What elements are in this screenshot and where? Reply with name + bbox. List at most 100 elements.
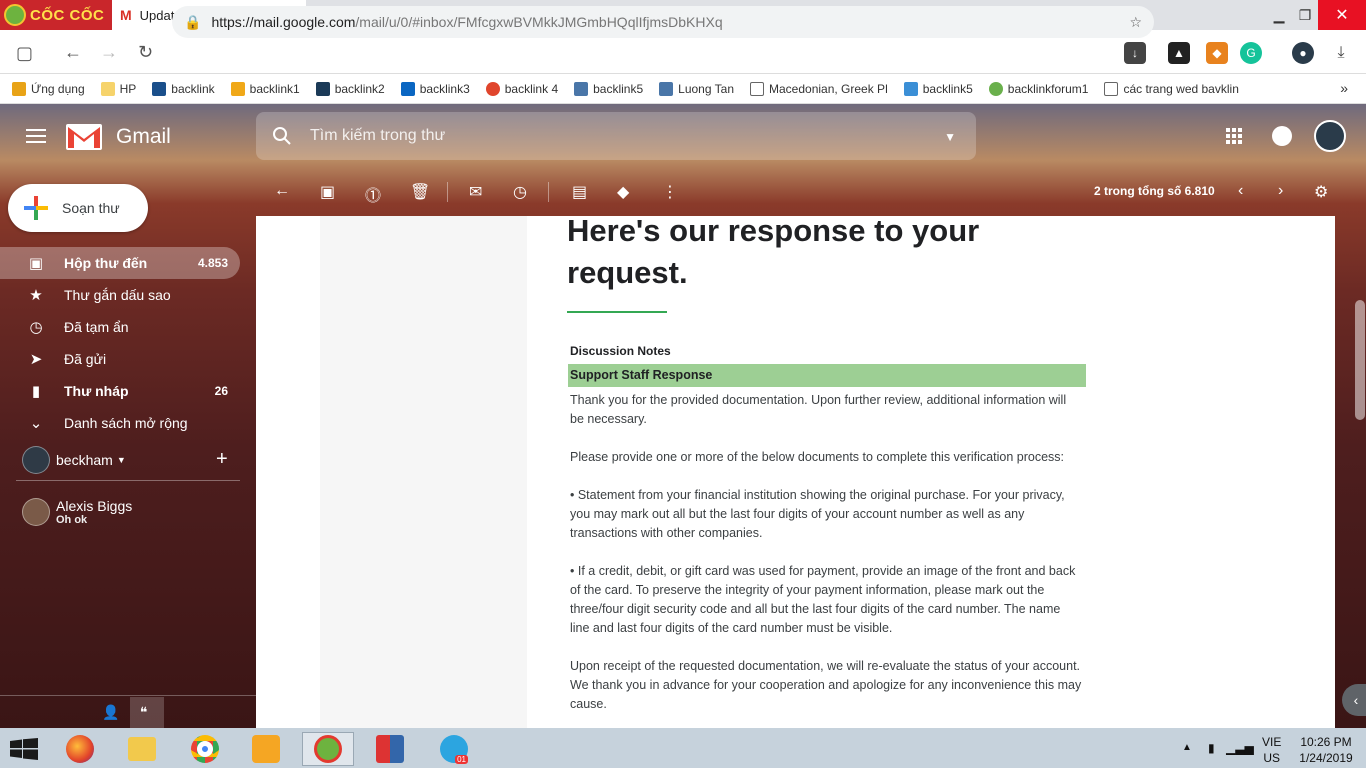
nav-item-starred[interactable]: ★ Thư gắn dấu sao [0,279,240,311]
bookmark-item[interactable]: Ứng dụng [12,81,85,96]
signal-icon[interactable]: ▁▃▅ [1226,740,1254,756]
compose-button[interactable]: Soạn thư [8,184,148,232]
reload-icon[interactable]: ↻ [138,42,153,63]
input-language-indicator[interactable]: VIE US [1262,734,1281,766]
v-favicon-icon [315,81,330,96]
url-text[interactable]: https://mail.google.com/mail/u/0/#inbox/… [211,14,1119,30]
scrollbar-track[interactable] [1354,216,1366,728]
system-clock[interactable]: 10:26 PM 1/24/2019 [1296,734,1356,766]
chrome-taskbar-icon[interactable] [183,732,227,766]
folder-icon [100,81,115,96]
compose-plus-icon [24,196,48,220]
contact-last-message: Oh ok [56,514,88,526]
draft-icon: ▮ [31,383,41,400]
account-avatar[interactable] [1314,120,1346,152]
email-body-text: Thank you for the provided documentation… [570,391,1082,733]
google-apps-icon[interactable] [1226,128,1242,144]
inbox-count: 4.853 [197,256,228,270]
star-icon: ★ [29,287,43,304]
hangouts-user[interactable]: beckham ▼ + [0,440,256,480]
windows-start-icon[interactable] [10,738,38,760]
chevron-down-icon: ⌄ [29,415,43,432]
bookmark-item[interactable]: backlink3 [400,81,470,96]
snooze-clock-icon[interactable]: ◷ [513,182,527,202]
bookmark-item[interactable]: backlink1 [230,81,300,96]
scrollbar-thumb[interactable] [1355,300,1365,420]
gmail-wordmark: Gmail [116,125,171,148]
gmail-favicon-icon: M [120,7,132,23]
downloads-arrow-icon[interactable]: ⤓ [1330,42,1352,64]
search-options-dropdown-icon[interactable]: ▼ [944,130,956,144]
page-icon [750,81,764,96]
bookmark-item[interactable]: backlink5 [574,81,643,96]
coccoc-taskbar-icon[interactable] [302,732,354,766]
search-input[interactable] [310,127,910,145]
bookmark-star-icon[interactable]: ☆ [1129,14,1154,31]
bookmark-item[interactable]: backlinkforum1 [988,81,1088,96]
user-dropdown-icon[interactable]: ▼ [117,455,126,465]
move-to-folder-icon[interactable]: ▤ [572,182,587,202]
coccoc-brand-button[interactable]: CỐC CỐC [0,0,112,30]
send-icon: ➤ [29,351,43,368]
firefox-taskbar-icon[interactable] [58,732,102,766]
settings-gear-icon[interactable]: ⚙ [1314,182,1328,202]
bookmark-item[interactable]: các trang wed bavklin [1104,81,1239,96]
target-favicon-icon [485,81,500,96]
nav-item-inbox[interactable]: ▣ Hộp thư đến 4.853 [0,247,240,279]
telegram-taskbar-icon[interactable]: 01 [428,732,480,766]
label-tag-icon[interactable]: ◆ [617,182,629,202]
more-vertical-icon[interactable]: ⋮ [662,182,678,202]
bookmark-item[interactable]: backlink 4 [485,81,558,96]
window-close-button[interactable]: ✕ [1318,0,1366,30]
delete-trash-icon[interactable]: 🗑 [410,182,430,202]
battery-icon[interactable]: ▮ [1208,740,1215,756]
window-restore-button[interactable]: ❐ [1290,0,1320,30]
pager-count: 2 trong tổng số 6.810 [1094,184,1215,198]
contact-name: Alexis Biggs [56,498,133,514]
unikey-taskbar-icon[interactable] [368,732,412,766]
nav-item-sent[interactable]: ➤ Đã gửi [0,343,240,375]
metamask-fox-icon[interactable]: ◆ [1206,42,1228,64]
back-arrow-icon[interactable]: ← [64,42,82,63]
add-contact-icon[interactable]: + [216,448,228,471]
bookmark-item[interactable]: Luong Tan [659,81,734,96]
download-icon[interactable]: ↓ [1124,42,1146,64]
tray-expand-icon[interactable]: ▲ [1182,742,1192,753]
file-explorer-taskbar-icon[interactable] [120,732,164,766]
email-paragraph: Thank you for the provided documentation… [570,393,1067,426]
nav-item-more[interactable]: ⌄ Danh sách mở rộng [0,407,240,439]
mail-search-box[interactable]: ▼ [256,112,976,160]
contacts-person-icon[interactable]: 👤 [102,704,119,721]
grammarly-icon[interactable]: G [1240,42,1262,64]
bookmark-item[interactable]: HP [100,81,136,96]
url-bar[interactable]: 🔒 https://mail.google.com/mail/u/0/#inbo… [172,6,1154,38]
archive-icon[interactable]: ▣ [320,182,335,202]
older-chevron-icon[interactable]: › [1278,182,1283,200]
nav-item-snoozed[interactable]: ◷ Đã tạm ẩn [0,311,240,343]
hangouts-contact[interactable]: Alexis Biggs Oh ok [0,492,256,532]
email-heading: Here's our response to your request. [567,213,980,290]
side-panel-toggle-icon[interactable]: ‹ [1342,684,1366,716]
bookmark-item[interactable]: backlink5 [903,81,973,96]
sidebar-panel-icon[interactable]: ▢ [16,43,33,64]
back-to-inbox-icon[interactable]: ← [274,182,290,200]
bookmarks-more-button[interactable]: » [1340,80,1348,96]
main-menu-icon[interactable] [26,129,46,143]
search-icon[interactable] [272,126,292,146]
bookmark-item[interactable]: backlink2 [315,81,385,96]
profile-avatar-icon[interactable]: ● [1292,42,1314,64]
hangouts-quote-icon[interactable]: ❝ [140,704,148,721]
forward-arrow-icon[interactable]: → [100,42,118,63]
media-player-taskbar-icon[interactable] [244,732,288,766]
newer-chevron-icon[interactable]: ‹ [1238,182,1243,200]
report-spam-icon[interactable]: ⓵ [365,182,381,206]
nav-item-drafts[interactable]: ▮ Thư nháp 26 [0,375,240,407]
graduation-cap-icon[interactable]: ▲ [1168,42,1190,64]
bookmark-item[interactable]: Macedonian, Greek Pl [750,81,888,96]
mark-unread-icon[interactable]: ✉ [469,182,482,202]
notification-bell-icon[interactable] [1272,126,1292,146]
linkedin-icon [400,81,415,96]
email-paragraph: • Statement from your financial institut… [570,488,1065,540]
bookmark-item[interactable]: backlink [152,81,215,96]
page-icon [1104,81,1119,96]
